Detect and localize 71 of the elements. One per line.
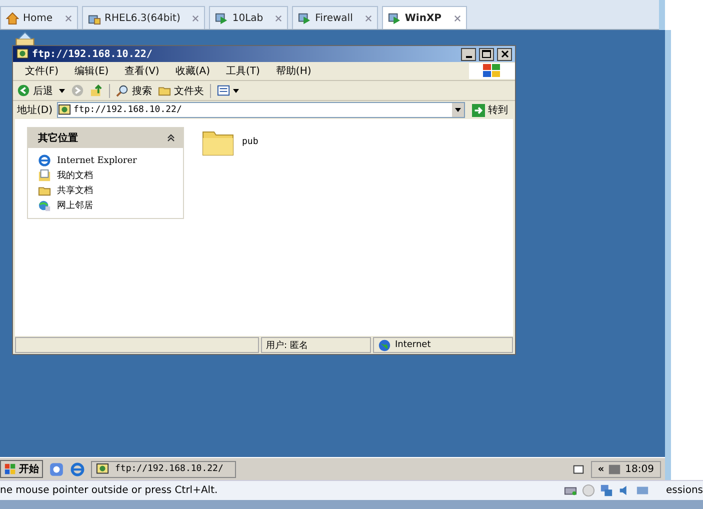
ftp-icon <box>58 104 71 116</box>
close-icon[interactable] <box>64 14 72 22</box>
desktop-shortcut-icon[interactable] <box>49 462 64 476</box>
maximize-button[interactable] <box>479 48 494 60</box>
start-button[interactable]: 开始 <box>0 460 43 478</box>
taskbar-window-button[interactable]: ftp://192.168.10.22/ <box>91 460 236 478</box>
go-button[interactable]: 转到 <box>469 103 511 117</box>
caret-icon[interactable] <box>59 88 65 92</box>
back-button[interactable]: 后退 <box>17 84 53 98</box>
browser-icon <box>38 154 51 167</box>
status-hint: ne mouse pointer outside or press Ctrl+Alt. <box>0 485 218 496</box>
browser-icon[interactable] <box>70 462 85 476</box>
globe-icon <box>378 338 391 352</box>
views-button[interactable] <box>217 84 239 97</box>
home-icon <box>6 12 19 24</box>
up-folder-icon[interactable] <box>90 84 103 97</box>
close-button[interactable] <box>497 48 512 60</box>
vm-tools-icon[interactable] <box>608 462 622 476</box>
window-title: ftp://192.168.10.22/ <box>32 48 154 60</box>
tray-icon[interactable] <box>572 462 585 476</box>
menu-item[interactable]: 查看(V) <box>116 64 168 78</box>
expand-tray-button[interactable]: « <box>598 464 604 474</box>
menu-item[interactable]: 帮助(H) <box>268 64 320 78</box>
clock: 18:09 <box>625 464 654 474</box>
close-icon[interactable] <box>192 14 200 22</box>
minimize-button[interactable] <box>461 48 476 60</box>
message-icon[interactable] <box>636 484 649 497</box>
play-icon <box>298 12 312 24</box>
status-text: essions <box>666 485 703 496</box>
menu-item[interactable]: 工具(T) <box>218 64 268 78</box>
close-icon[interactable] <box>364 14 372 22</box>
play-icon <box>215 12 228 24</box>
network-icon[interactable] <box>600 484 613 497</box>
menu-item[interactable]: 编辑(E) <box>66 64 117 78</box>
arrow-icon <box>472 104 485 116</box>
collapse-icon[interactable] <box>167 134 175 142</box>
vm-tab[interactable]: Home <box>0 6 78 29</box>
folder-item[interactable]: pub <box>202 127 258 157</box>
status-zone: Internet <box>395 340 431 350</box>
ftp-icon <box>16 48 29 60</box>
vm-tab[interactable]: 10Lab <box>209 6 288 29</box>
place-link[interactable]: Internet Explorer <box>38 154 173 167</box>
search-button[interactable]: 搜索 <box>116 84 152 98</box>
list-icon <box>217 84 230 97</box>
vm-tab[interactable]: Firewall <box>292 6 378 29</box>
status-user: 用户: 匿名 <box>261 337 371 353</box>
cd-icon[interactable] <box>582 484 595 497</box>
vm-tab[interactable]: RHEL6.3(64bit) <box>82 6 206 29</box>
place-link[interactable]: 我的文档 <box>38 169 173 182</box>
dropdown-button[interactable] <box>452 103 464 117</box>
place-link[interactable]: 网上邻居 <box>38 199 173 212</box>
menu-item[interactable]: 收藏(A) <box>167 64 218 78</box>
address-field[interactable]: ftp://192.168.10.22/ <box>56 102 465 118</box>
windows-logo-icon <box>4 462 17 476</box>
play-icon <box>388 12 401 24</box>
search-icon <box>116 84 129 97</box>
close-icon <box>500 50 508 58</box>
folders-button[interactable]: 文件夹 <box>158 84 204 98</box>
windows-logo-icon <box>469 63 515 79</box>
menu-item[interactable]: 文件(F) <box>17 64 67 78</box>
ftp-icon <box>96 462 109 476</box>
vm-tab[interactable]: WinXP <box>382 6 466 29</box>
globe-icon <box>38 199 51 212</box>
address-label: 地址(D) <box>17 104 53 117</box>
place-link[interactable]: 共享文档 <box>38 184 173 197</box>
documents-icon <box>38 169 51 182</box>
caret-icon <box>233 88 239 92</box>
forward-button[interactable] <box>71 84 84 97</box>
close-icon[interactable] <box>454 14 460 22</box>
panel-title: 其它位置 <box>38 131 78 145</box>
close-icon[interactable] <box>275 14 282 22</box>
